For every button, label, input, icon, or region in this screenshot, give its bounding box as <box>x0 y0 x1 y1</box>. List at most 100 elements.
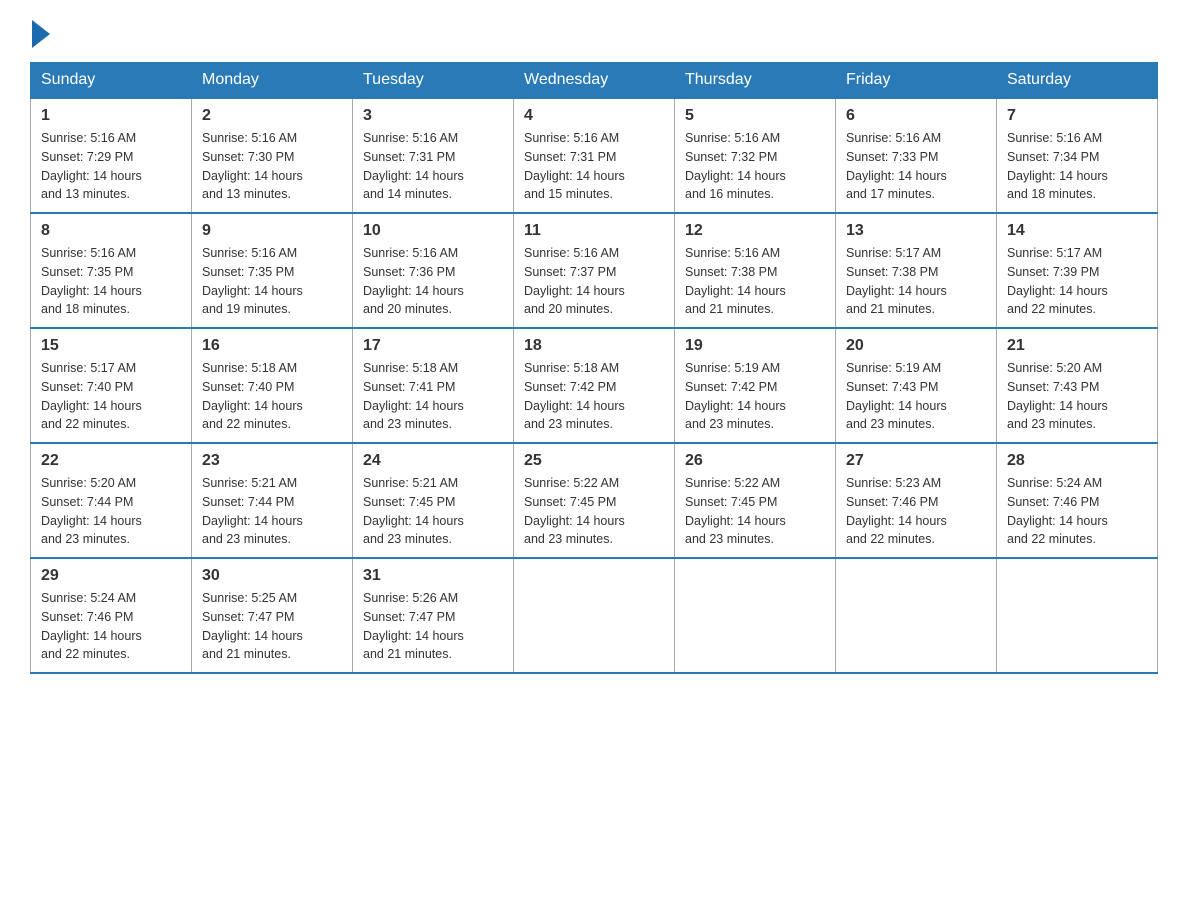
day-info: Sunrise: 5:17 AM Sunset: 7:40 PM Dayligh… <box>41 361 142 431</box>
day-number: 5 <box>685 107 825 125</box>
day-info: Sunrise: 5:16 AM Sunset: 7:38 PM Dayligh… <box>685 246 786 316</box>
calendar-cell: 30 Sunrise: 5:25 AM Sunset: 7:47 PM Dayl… <box>192 558 353 673</box>
day-number: 8 <box>41 222 181 240</box>
day-number: 16 <box>202 337 342 355</box>
calendar-cell: 11 Sunrise: 5:16 AM Sunset: 7:37 PM Dayl… <box>514 213 675 328</box>
calendar-cell <box>997 558 1158 673</box>
calendar-cell: 3 Sunrise: 5:16 AM Sunset: 7:31 PM Dayli… <box>353 98 514 213</box>
calendar-cell: 27 Sunrise: 5:23 AM Sunset: 7:46 PM Dayl… <box>836 443 997 558</box>
calendar-cell: 17 Sunrise: 5:18 AM Sunset: 7:41 PM Dayl… <box>353 328 514 443</box>
day-info: Sunrise: 5:18 AM Sunset: 7:40 PM Dayligh… <box>202 361 303 431</box>
calendar-cell: 21 Sunrise: 5:20 AM Sunset: 7:43 PM Dayl… <box>997 328 1158 443</box>
day-number: 11 <box>524 222 664 240</box>
calendar-cell: 6 Sunrise: 5:16 AM Sunset: 7:33 PM Dayli… <box>836 98 997 213</box>
calendar-cell: 20 Sunrise: 5:19 AM Sunset: 7:43 PM Dayl… <box>836 328 997 443</box>
calendar-cell: 22 Sunrise: 5:20 AM Sunset: 7:44 PM Dayl… <box>31 443 192 558</box>
day-info: Sunrise: 5:21 AM Sunset: 7:45 PM Dayligh… <box>363 476 464 546</box>
day-number: 14 <box>1007 222 1147 240</box>
day-number: 21 <box>1007 337 1147 355</box>
day-info: Sunrise: 5:16 AM Sunset: 7:31 PM Dayligh… <box>363 131 464 201</box>
day-number: 1 <box>41 107 181 125</box>
day-info: Sunrise: 5:23 AM Sunset: 7:46 PM Dayligh… <box>846 476 947 546</box>
day-number: 24 <box>363 452 503 470</box>
calendar-cell: 19 Sunrise: 5:19 AM Sunset: 7:42 PM Dayl… <box>675 328 836 443</box>
weekday-header-tuesday: Tuesday <box>353 63 514 99</box>
day-info: Sunrise: 5:17 AM Sunset: 7:39 PM Dayligh… <box>1007 246 1108 316</box>
day-info: Sunrise: 5:16 AM Sunset: 7:32 PM Dayligh… <box>685 131 786 201</box>
logo-arrow-icon <box>32 20 50 48</box>
calendar-week-row: 15 Sunrise: 5:17 AM Sunset: 7:40 PM Dayl… <box>31 328 1158 443</box>
day-info: Sunrise: 5:19 AM Sunset: 7:43 PM Dayligh… <box>846 361 947 431</box>
day-number: 23 <box>202 452 342 470</box>
calendar-cell: 16 Sunrise: 5:18 AM Sunset: 7:40 PM Dayl… <box>192 328 353 443</box>
day-info: Sunrise: 5:16 AM Sunset: 7:33 PM Dayligh… <box>846 131 947 201</box>
weekday-header-thursday: Thursday <box>675 63 836 99</box>
calendar-cell: 14 Sunrise: 5:17 AM Sunset: 7:39 PM Dayl… <box>997 213 1158 328</box>
day-number: 25 <box>524 452 664 470</box>
day-info: Sunrise: 5:20 AM Sunset: 7:44 PM Dayligh… <box>41 476 142 546</box>
day-number: 3 <box>363 107 503 125</box>
day-number: 12 <box>685 222 825 240</box>
day-info: Sunrise: 5:18 AM Sunset: 7:42 PM Dayligh… <box>524 361 625 431</box>
calendar-week-row: 22 Sunrise: 5:20 AM Sunset: 7:44 PM Dayl… <box>31 443 1158 558</box>
day-number: 17 <box>363 337 503 355</box>
day-number: 9 <box>202 222 342 240</box>
day-info: Sunrise: 5:25 AM Sunset: 7:47 PM Dayligh… <box>202 591 303 661</box>
calendar-cell: 9 Sunrise: 5:16 AM Sunset: 7:35 PM Dayli… <box>192 213 353 328</box>
calendar-cell: 28 Sunrise: 5:24 AM Sunset: 7:46 PM Dayl… <box>997 443 1158 558</box>
day-info: Sunrise: 5:22 AM Sunset: 7:45 PM Dayligh… <box>685 476 786 546</box>
logo <box>30 20 52 42</box>
weekday-header-monday: Monday <box>192 63 353 99</box>
day-number: 10 <box>363 222 503 240</box>
day-number: 15 <box>41 337 181 355</box>
day-info: Sunrise: 5:26 AM Sunset: 7:47 PM Dayligh… <box>363 591 464 661</box>
calendar-cell: 8 Sunrise: 5:16 AM Sunset: 7:35 PM Dayli… <box>31 213 192 328</box>
day-number: 13 <box>846 222 986 240</box>
page-header <box>30 20 1158 42</box>
day-info: Sunrise: 5:16 AM Sunset: 7:31 PM Dayligh… <box>524 131 625 201</box>
calendar-cell <box>675 558 836 673</box>
calendar-cell: 31 Sunrise: 5:26 AM Sunset: 7:47 PM Dayl… <box>353 558 514 673</box>
day-number: 29 <box>41 567 181 585</box>
calendar-cell <box>514 558 675 673</box>
calendar-cell: 29 Sunrise: 5:24 AM Sunset: 7:46 PM Dayl… <box>31 558 192 673</box>
calendar-cell: 2 Sunrise: 5:16 AM Sunset: 7:30 PM Dayli… <box>192 98 353 213</box>
calendar-week-row: 1 Sunrise: 5:16 AM Sunset: 7:29 PM Dayli… <box>31 98 1158 213</box>
day-info: Sunrise: 5:18 AM Sunset: 7:41 PM Dayligh… <box>363 361 464 431</box>
day-number: 2 <box>202 107 342 125</box>
calendar-cell: 13 Sunrise: 5:17 AM Sunset: 7:38 PM Dayl… <box>836 213 997 328</box>
day-info: Sunrise: 5:22 AM Sunset: 7:45 PM Dayligh… <box>524 476 625 546</box>
day-info: Sunrise: 5:17 AM Sunset: 7:38 PM Dayligh… <box>846 246 947 316</box>
day-info: Sunrise: 5:24 AM Sunset: 7:46 PM Dayligh… <box>41 591 142 661</box>
calendar-cell <box>836 558 997 673</box>
weekday-header-row: SundayMondayTuesdayWednesdayThursdayFrid… <box>31 63 1158 99</box>
day-number: 4 <box>524 107 664 125</box>
calendar-cell: 25 Sunrise: 5:22 AM Sunset: 7:45 PM Dayl… <box>514 443 675 558</box>
day-number: 6 <box>846 107 986 125</box>
day-number: 28 <box>1007 452 1147 470</box>
calendar-cell: 4 Sunrise: 5:16 AM Sunset: 7:31 PM Dayli… <box>514 98 675 213</box>
calendar-cell: 18 Sunrise: 5:18 AM Sunset: 7:42 PM Dayl… <box>514 328 675 443</box>
calendar-cell: 5 Sunrise: 5:16 AM Sunset: 7:32 PM Dayli… <box>675 98 836 213</box>
day-number: 19 <box>685 337 825 355</box>
day-info: Sunrise: 5:21 AM Sunset: 7:44 PM Dayligh… <box>202 476 303 546</box>
day-number: 20 <box>846 337 986 355</box>
calendar-cell: 1 Sunrise: 5:16 AM Sunset: 7:29 PM Dayli… <box>31 98 192 213</box>
calendar-week-row: 29 Sunrise: 5:24 AM Sunset: 7:46 PM Dayl… <box>31 558 1158 673</box>
weekday-header-friday: Friday <box>836 63 997 99</box>
day-info: Sunrise: 5:16 AM Sunset: 7:36 PM Dayligh… <box>363 246 464 316</box>
day-number: 7 <box>1007 107 1147 125</box>
calendar-cell: 7 Sunrise: 5:16 AM Sunset: 7:34 PM Dayli… <box>997 98 1158 213</box>
day-number: 22 <box>41 452 181 470</box>
day-number: 26 <box>685 452 825 470</box>
weekday-header-wednesday: Wednesday <box>514 63 675 99</box>
day-info: Sunrise: 5:16 AM Sunset: 7:37 PM Dayligh… <box>524 246 625 316</box>
day-info: Sunrise: 5:16 AM Sunset: 7:35 PM Dayligh… <box>202 246 303 316</box>
calendar-cell: 15 Sunrise: 5:17 AM Sunset: 7:40 PM Dayl… <box>31 328 192 443</box>
weekday-header-saturday: Saturday <box>997 63 1158 99</box>
weekday-header-sunday: Sunday <box>31 63 192 99</box>
calendar-cell: 23 Sunrise: 5:21 AM Sunset: 7:44 PM Dayl… <box>192 443 353 558</box>
day-info: Sunrise: 5:20 AM Sunset: 7:43 PM Dayligh… <box>1007 361 1108 431</box>
day-number: 18 <box>524 337 664 355</box>
day-info: Sunrise: 5:16 AM Sunset: 7:29 PM Dayligh… <box>41 131 142 201</box>
